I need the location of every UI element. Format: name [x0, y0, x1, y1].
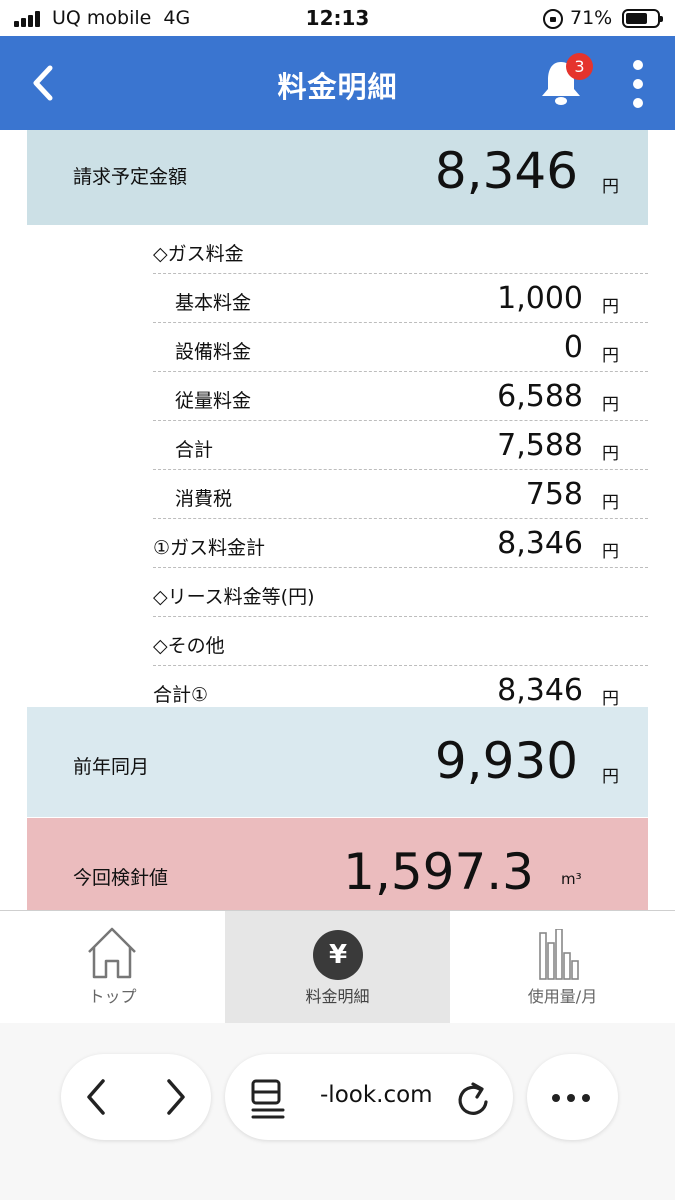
billing-amount-panel: 請求予定金額 8,346 円: [27, 130, 648, 225]
breakdown-unit: 円: [602, 444, 619, 464]
tab-monthly-usage[interactable]: 使用量/月: [450, 911, 675, 1024]
notification-badge: 3: [566, 53, 593, 80]
previous-year-amount: 9,930: [434, 732, 578, 790]
tab-billing-detail[interactable]: ¥ 料金明細: [225, 911, 450, 1024]
breakdown-label: ◇その他: [153, 635, 225, 657]
tab-top[interactable]: トップ: [0, 911, 225, 1024]
breakdown-row: ◇その他: [153, 617, 648, 666]
breakdown-row: ①ガス料金計 8,346 円: [153, 519, 648, 568]
charge-breakdown-list: ◇ガス料金 基本料金 1,000 円設備料金 0 円従量料金 6,588 円合計 7,588 円消…: [153, 225, 648, 715]
url-text[interactable]: -look.com: [320, 1082, 433, 1108]
app-header: 料金明細 3: [0, 36, 675, 130]
breakdown-value: 7,588: [497, 428, 583, 463]
browser-toolbar: -look.com: [0, 1023, 675, 1200]
breakdown-value: 8,346: [497, 673, 583, 708]
tab-label: トップ: [88, 987, 137, 1006]
battery-level: [626, 13, 647, 24]
breakdown-label: 消費税: [175, 488, 233, 510]
meter-reading-label: 今回検針値: [73, 867, 169, 889]
breakdown-label: 基本料金: [175, 292, 252, 314]
browser-forward-button[interactable]: [159, 1077, 189, 1117]
breakdown-value: 8,346: [497, 526, 583, 561]
status-bar: UQ mobile 4G 12:13 71%: [0, 0, 675, 36]
breakdown-label: 合計①: [153, 684, 209, 706]
meter-reading-panel: 今回検針値 1,597.3 m³: [27, 818, 648, 910]
breakdown-row: 設備料金 0 円: [153, 323, 648, 372]
browser-back-button[interactable]: [83, 1077, 113, 1117]
browser-more-button[interactable]: [527, 1054, 618, 1140]
breakdown-unit: 円: [602, 689, 619, 709]
breakdown-unit: 円: [602, 297, 619, 317]
address-bar[interactable]: -look.com: [225, 1054, 513, 1140]
breakdown-label: 合計: [175, 439, 214, 461]
breakdown-value: 6,588: [497, 379, 583, 414]
bottom-tab-bar: トップ ¥ 料金明細 使用量/月: [0, 910, 675, 1024]
breakdown-row: 消費税 758 円: [153, 470, 648, 519]
breakdown-row: 従量料金 6,588 円: [153, 372, 648, 421]
rotation-lock-icon: [543, 9, 563, 29]
reload-icon[interactable]: [455, 1078, 491, 1118]
battery-percentage: 71%: [570, 7, 613, 29]
breakdown-label: ◇ガス料金: [153, 243, 244, 265]
billing-label: 請求予定金額: [73, 166, 188, 188]
breakdown-value: 758: [525, 477, 583, 512]
breakdown-unit: 円: [602, 346, 619, 366]
previous-year-unit: 円: [602, 767, 619, 787]
breakdown-row: ◇ガス料金: [153, 225, 648, 274]
breakdown-label: ①ガス料金計: [153, 537, 266, 559]
browser-nav-group: [61, 1054, 211, 1140]
breakdown-label: ◇リース料金等(円): [153, 586, 315, 608]
breakdown-label: 設備料金: [175, 341, 252, 363]
breakdown-value: 0: [563, 330, 583, 365]
page-menu-icon[interactable]: [251, 1079, 287, 1119]
billing-unit: 円: [602, 177, 619, 197]
breakdown-unit: 円: [602, 542, 619, 562]
house-icon: [88, 927, 136, 979]
meter-reading-unit: m³: [561, 870, 582, 888]
previous-year-panel: 前年同月 9,930 円: [27, 707, 648, 817]
previous-year-label: 前年同月: [73, 756, 150, 778]
billing-detail-content[interactable]: 請求予定金額 8,346 円 ◇ガス料金 基本料金 1,000 円設備料金 0 円従量料金…: [0, 130, 675, 910]
tab-label: 使用量/月: [527, 987, 598, 1006]
billing-amount: 8,346: [434, 142, 578, 200]
breakdown-row: 合計 7,588 円: [153, 421, 648, 470]
breakdown-row: 基本料金 1,000 円: [153, 274, 648, 323]
yen-icon: ¥: [313, 930, 363, 980]
more-menu-button[interactable]: [626, 60, 650, 108]
tab-label: 料金明細: [305, 987, 370, 1006]
bar-chart-icon: [539, 929, 579, 980]
battery-icon: [622, 9, 663, 28]
breakdown-unit: 円: [602, 493, 619, 513]
breakdown-row: ◇リース料金等(円): [153, 568, 648, 617]
breakdown-label: 従量料金: [175, 390, 252, 412]
meter-reading-value: 1,597.3: [343, 843, 534, 901]
breakdown-value: 1,000: [497, 281, 583, 316]
breakdown-unit: 円: [602, 395, 619, 415]
